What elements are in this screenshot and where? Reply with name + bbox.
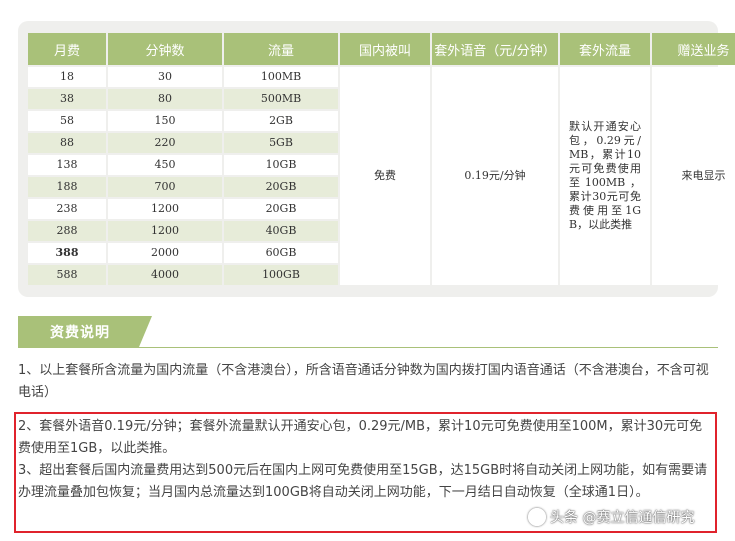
header-incoming-calls: 国内被叫 <box>340 33 430 65</box>
fee-cell: 18 <box>28 67 106 87</box>
extra-voice-cell: 0.19元/分钟 <box>432 67 558 285</box>
fee-cell: 388 <box>28 243 106 263</box>
fee-cell: 588 <box>28 265 106 285</box>
minutes-cell: 700 <box>108 177 222 197</box>
data-cell: 20GB <box>224 177 338 197</box>
minutes-cell: 80 <box>108 89 222 109</box>
minutes-cell: 150 <box>108 111 222 131</box>
data-cell: 60GB <box>224 243 338 263</box>
extra-voice-text: 0.19元/分钟 <box>464 169 526 183</box>
fee-cell: 238 <box>28 199 106 219</box>
fee-notes: 1、以上套餐所含流量为国内流量（不含港澳台），所含语音通话分钟数为国内拨打国内语… <box>16 360 716 404</box>
extra-data-cell: 默认开通安心包，0.29元/MB，累计10元可免费使用至100MB，累计30元可… <box>560 67 650 285</box>
fee-cell: 58 <box>28 111 106 131</box>
note-3: 3、超出套餐后国内流量费用达到500元后在国内上网可免费使用至15GB，达15G… <box>18 463 708 500</box>
plan-table: 月费 分钟数 流量 国内被叫 套外语音（元/分钟） 套外流量 赠送业务 18 3… <box>26 31 735 287</box>
section-divider <box>136 347 718 348</box>
fee-cell: 288 <box>28 221 106 241</box>
table-row: 18 30 100MB 免费 0.19元/分钟 默认开通安心包，0.29元/MB… <box>28 67 735 285</box>
minutes-cell: 450 <box>108 155 222 175</box>
fee-cell: 88 <box>28 133 106 153</box>
data-cell: 20GB <box>224 199 338 219</box>
note-2: 2、套餐外语音0.19元/分钟；套餐外流量默认开通安心包，0.29元/MB，累计… <box>18 419 703 456</box>
incoming-calls-text: 免费 <box>374 169 396 183</box>
header-bonus-service: 赠送业务 <box>652 33 735 65</box>
header-extra-voice: 套外语音（元/分钟） <box>432 33 558 65</box>
data-cell: 500MB <box>224 89 338 109</box>
data-cell: 2GB <box>224 111 338 131</box>
bonus-service-text: 来电显示 <box>681 169 726 183</box>
minutes-cell: 220 <box>108 133 222 153</box>
bonus-service-cell: 来电显示 <box>652 67 735 285</box>
toutiao-logo-icon <box>528 508 546 526</box>
data-cell: 5GB <box>224 133 338 153</box>
extra-data-text: 默认开通安心包，0.29元/MB，累计10元可免费使用至100MB，累计30元可… <box>569 119 641 231</box>
header-extra-data: 套外流量 <box>560 33 650 65</box>
section-title: 资费说明 <box>18 316 152 348</box>
watermark: 头条 @赛立信通信研究 <box>528 506 694 528</box>
minutes-cell: 4000 <box>108 265 222 285</box>
header-data: 流量 <box>224 33 338 65</box>
header-monthly-fee: 月费 <box>28 33 106 65</box>
header-minutes: 分钟数 <box>108 33 222 65</box>
note-1: 1、以上套餐所含流量为国内流量（不含港澳台），所含语音通话分钟数为国内拨打国内语… <box>18 363 709 400</box>
minutes-cell: 1200 <box>108 221 222 241</box>
plan-table-card: 月费 分钟数 流量 国内被叫 套外语音（元/分钟） 套外流量 赠送业务 18 3… <box>18 21 735 297</box>
fee-cell: 188 <box>28 177 106 197</box>
minutes-cell: 1200 <box>108 199 222 219</box>
incoming-calls-cell: 免费 <box>340 67 430 285</box>
fee-notes-section-header: 资费说明 <box>18 316 718 348</box>
fee-cell: 138 <box>28 155 106 175</box>
minutes-cell: 2000 <box>108 243 222 263</box>
watermark-text: 头条 @赛立信通信研究 <box>550 510 695 526</box>
fee-cell: 38 <box>28 89 106 109</box>
minutes-cell: 30 <box>108 67 222 87</box>
table-header-row: 月费 分钟数 流量 国内被叫 套外语音（元/分钟） 套外流量 赠送业务 <box>28 33 735 65</box>
data-cell: 100GB <box>224 265 338 285</box>
data-cell: 10GB <box>224 155 338 175</box>
data-cell: 40GB <box>224 221 338 241</box>
data-cell: 100MB <box>224 67 338 87</box>
